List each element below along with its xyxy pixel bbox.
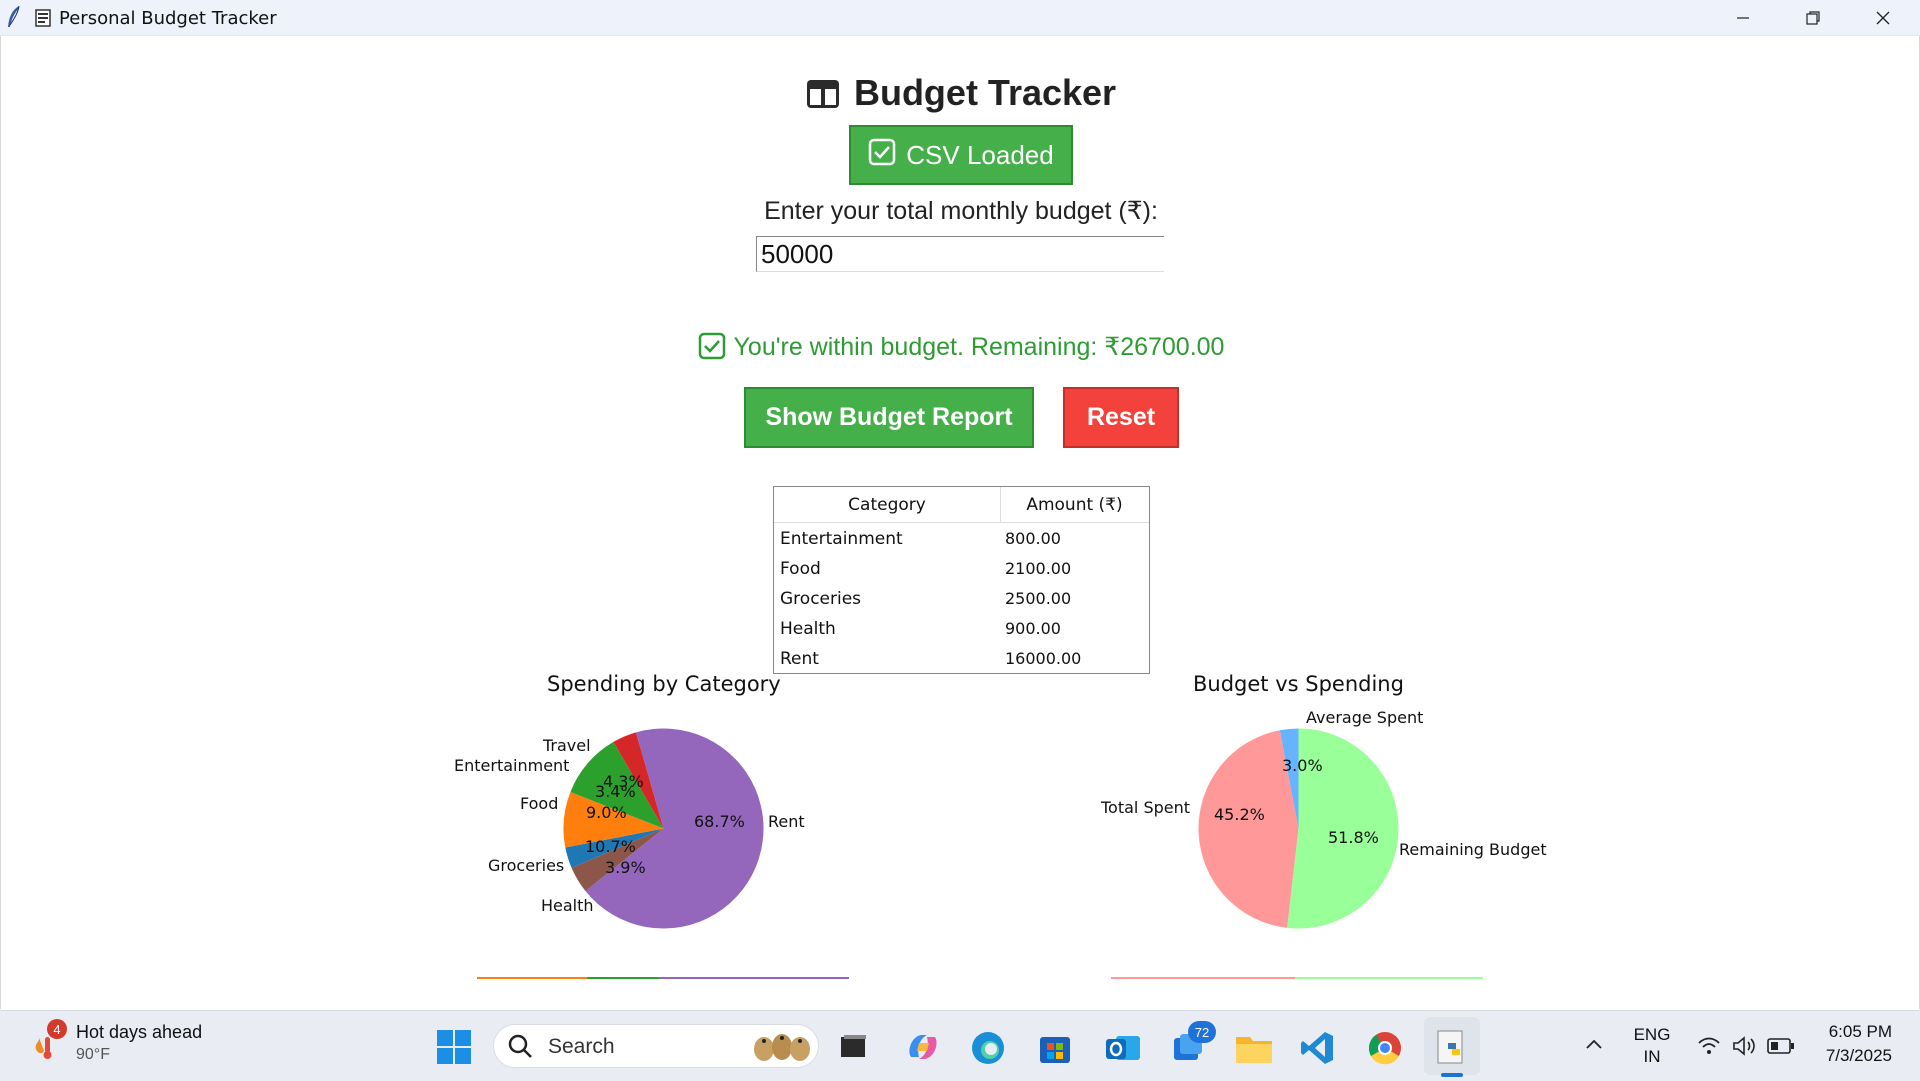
pie-pct-rent: 68.7% xyxy=(694,812,745,831)
column-header-amount[interactable]: Amount (₹) xyxy=(1000,487,1149,522)
pie-label-food: Food xyxy=(520,794,559,813)
csv-loaded-button[interactable]: CSV Loaded xyxy=(849,125,1073,185)
clock-time[interactable]: 6:05 PM xyxy=(1812,1022,1892,1042)
notification-badge: 72 xyxy=(1188,1021,1216,1043)
vscode-icon[interactable] xyxy=(1299,1030,1335,1066)
outlook-icon[interactable] xyxy=(1104,1030,1142,1066)
cell-amount: 900.00 xyxy=(1005,619,1061,638)
cell-category: Rent xyxy=(780,649,819,669)
copilot-icon[interactable] xyxy=(905,1031,941,1063)
pie-label-groceries: Groceries xyxy=(488,856,565,875)
chevron-up-icon[interactable] xyxy=(1585,1037,1603,1051)
table-header: Category Amount (₹) xyxy=(774,487,1149,523)
chart-title-budget-vs-spending: Budget vs Spending xyxy=(1193,672,1404,696)
window-titlebar: Personal Budget Tracker xyxy=(0,0,1920,36)
active-app-indicator xyxy=(1441,1073,1463,1077)
app-icon xyxy=(35,9,51,32)
wifi-icon[interactable] xyxy=(1697,1035,1721,1057)
pie-label-health: Health xyxy=(541,896,594,915)
clock-date[interactable]: 7/3/2025 xyxy=(1800,1046,1892,1066)
table-row[interactable]: Entertainment 800.00 xyxy=(774,523,1149,553)
cell-amount: 800.00 xyxy=(1005,529,1061,548)
pie-label-travel: Travel xyxy=(543,736,591,755)
chart-scroll-indicator xyxy=(477,977,849,979)
pie-label-rent: Rent xyxy=(768,812,805,831)
file-explorer-icon[interactable] xyxy=(1234,1031,1274,1065)
battery-icon[interactable] xyxy=(1767,1037,1795,1055)
weather-title[interactable]: Hot days ahead xyxy=(76,1022,202,1043)
cell-category: Entertainment xyxy=(780,529,903,549)
checkbox-icon xyxy=(868,138,896,173)
budget-prompt: Enter your total monthly budget (₹): xyxy=(764,197,1158,225)
pie-label-average-spent: Average Spent xyxy=(1306,708,1424,727)
chrome-icon[interactable] xyxy=(1367,1030,1403,1066)
app-content: Budget Tracker CSV Loaded Enter your tot… xyxy=(0,36,1920,1009)
taskbar: 4 Hot days ahead 90°F Search 72 ENG IN 6… xyxy=(0,1010,1920,1081)
pie-pct-total-spent: 45.2% xyxy=(1214,805,1265,824)
column-header-category[interactable]: Category xyxy=(774,487,1001,522)
pie-pct-entertainment: 3.4% xyxy=(595,782,636,801)
ledger-icon xyxy=(806,76,840,118)
task-view-icon[interactable] xyxy=(838,1033,868,1061)
pie-pct-average-spent: 3.0% xyxy=(1282,756,1323,775)
pie-pct-health: 3.9% xyxy=(605,858,646,877)
cell-category: Health xyxy=(780,619,836,639)
feather-icon xyxy=(6,5,22,34)
window-title: Personal Budget Tracker xyxy=(59,8,277,29)
category-table: Category Amount (₹) Entertainment 800.00… xyxy=(773,486,1150,674)
budget-input[interactable] xyxy=(756,236,1164,272)
cell-amount: 2100.00 xyxy=(1005,559,1072,578)
table-row[interactable]: Groceries 2500.00 xyxy=(774,583,1149,613)
search-highlight-icon xyxy=(744,1027,816,1063)
weather-temp: 90°F xyxy=(76,1046,110,1063)
store-icon[interactable] xyxy=(1037,1030,1073,1066)
cell-category: Food xyxy=(780,559,821,579)
chart-title-spending-by-category: Spending by Category xyxy=(547,672,781,696)
restore-button[interactable] xyxy=(1778,0,1848,35)
volume-icon[interactable] xyxy=(1731,1035,1757,1057)
weather-badge: 4 xyxy=(47,1019,67,1039)
page-title: Budget Tracker xyxy=(1,72,1920,118)
reset-button[interactable]: Reset xyxy=(1063,387,1179,448)
pie-pct-food: 9.0% xyxy=(586,803,627,822)
search-icon xyxy=(507,1033,533,1059)
csv-button-label: CSV Loaded xyxy=(906,139,1054,170)
show-budget-report-button[interactable]: Show Budget Report xyxy=(744,387,1034,448)
search-placeholder: Search xyxy=(548,1035,615,1058)
cell-amount: 2500.00 xyxy=(1005,589,1072,608)
pie-label-remaining-budget: Remaining Budget xyxy=(1399,840,1547,859)
minimize-button[interactable] xyxy=(1708,0,1778,35)
status-text: You're within budget. Remaining: ₹26700.… xyxy=(733,333,1225,361)
language-indicator-line1[interactable]: ENG xyxy=(1630,1025,1674,1045)
table-row[interactable]: Food 2100.00 xyxy=(774,553,1149,583)
table-row[interactable]: Health 900.00 xyxy=(774,613,1149,643)
table-row[interactable]: Rent 16000.00 xyxy=(774,643,1149,673)
close-button[interactable] xyxy=(1848,0,1918,35)
cell-category: Groceries xyxy=(780,589,862,609)
edge-icon[interactable] xyxy=(970,1030,1006,1066)
start-icon[interactable] xyxy=(436,1029,472,1065)
budget-status: You're within budget. Remaining: ₹26700.… xyxy=(1,332,1920,367)
pie-pct-groceries: 10.7% xyxy=(585,837,636,856)
cell-amount: 16000.00 xyxy=(1005,649,1082,668)
check-icon xyxy=(698,332,726,367)
chart-scroll-indicator xyxy=(1111,977,1483,979)
pie-pct-remaining-budget: 51.8% xyxy=(1328,828,1379,847)
heading-text: Budget Tracker xyxy=(853,72,1117,113)
python-app-icon[interactable] xyxy=(1434,1029,1470,1067)
pie-label-total-spent: Total Spent xyxy=(1101,798,1191,817)
pie-label-entertainment: Entertainment xyxy=(454,756,570,775)
language-indicator-line2: IN xyxy=(1643,1047,1661,1066)
